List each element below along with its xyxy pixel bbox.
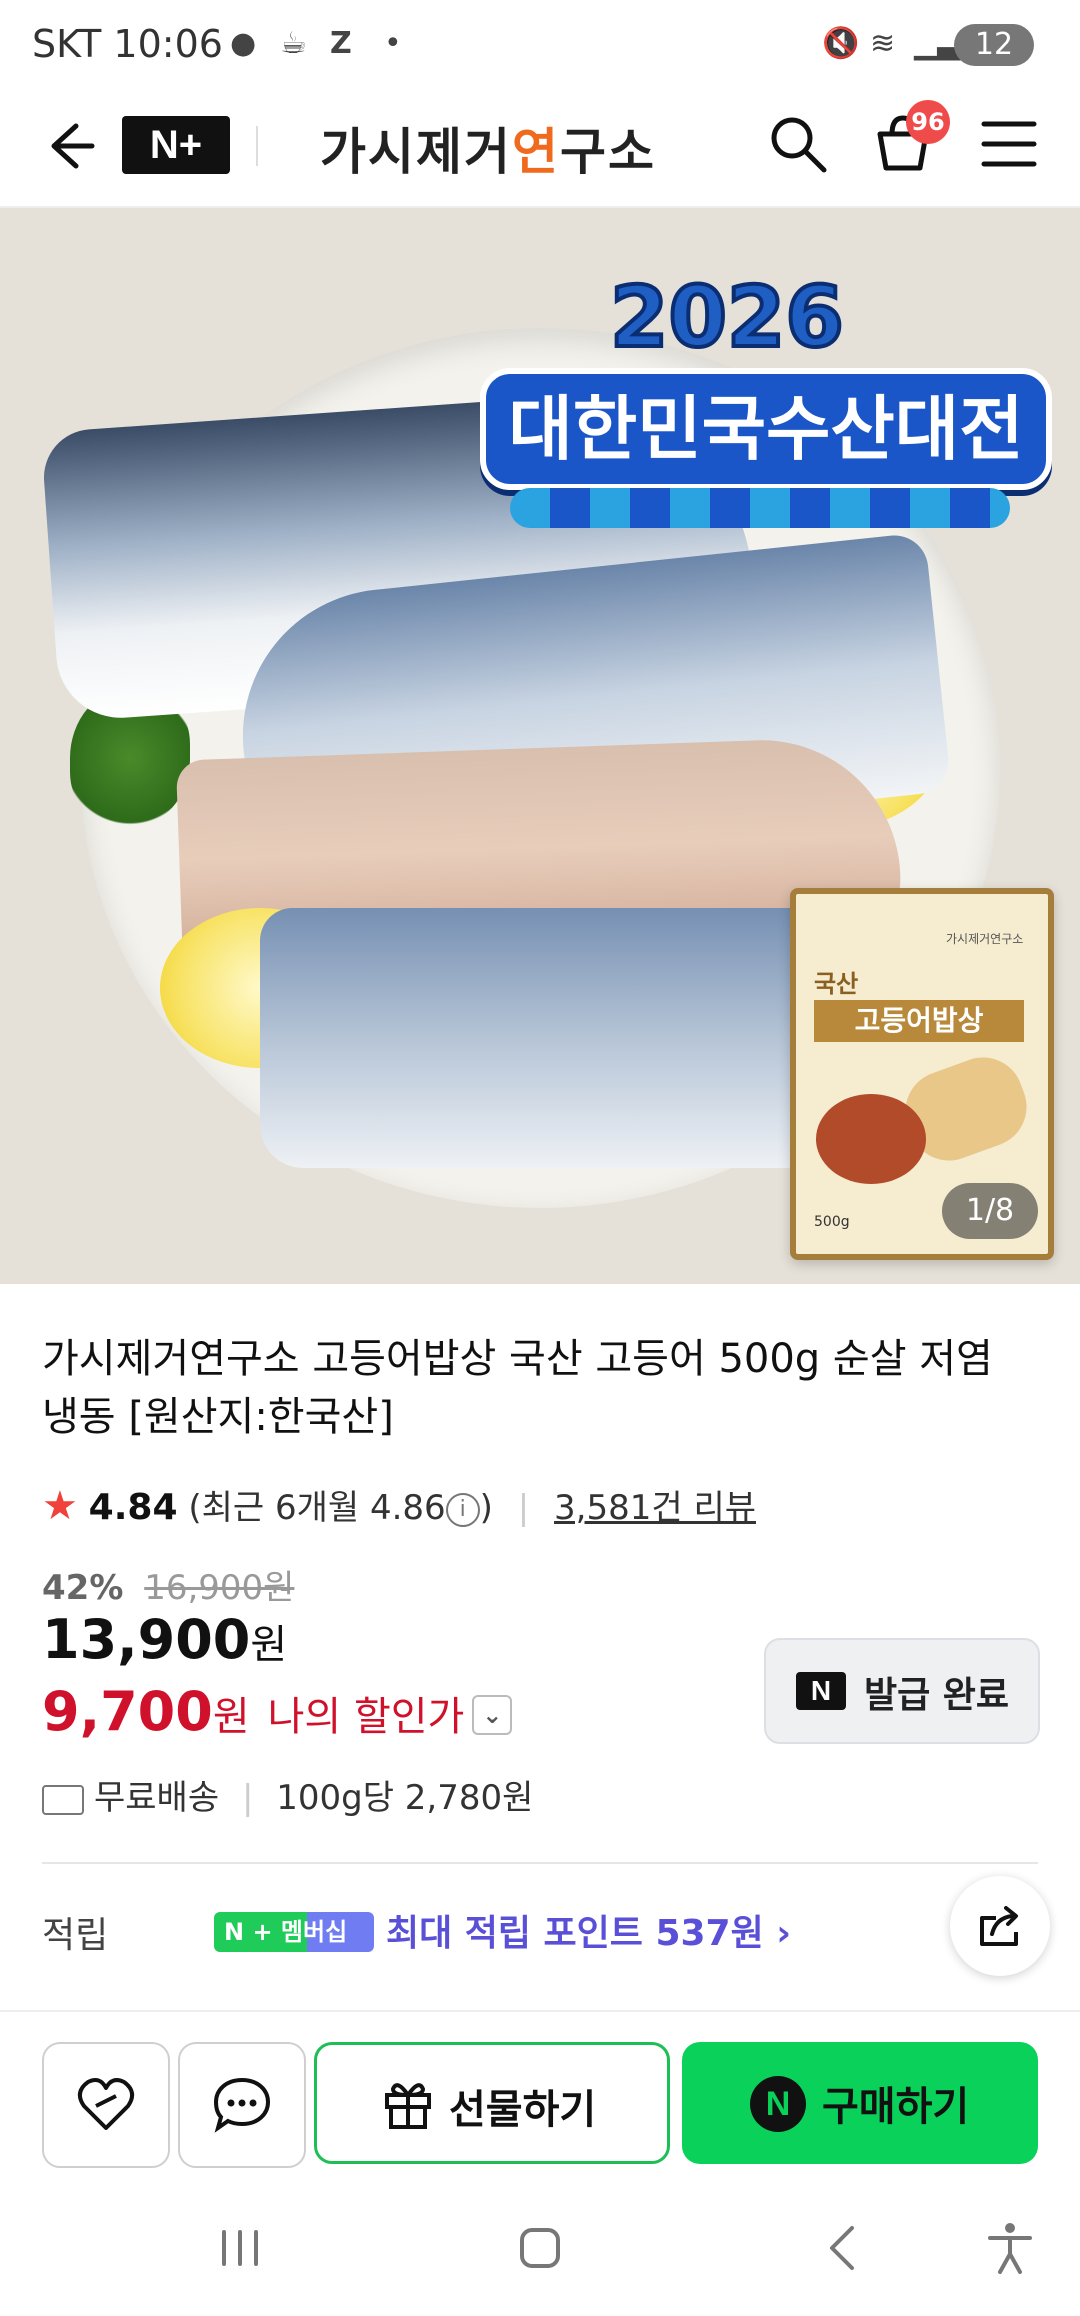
- sale-price: 13,900원: [42, 1608, 288, 1671]
- accessibility-icon[interactable]: [980, 2218, 1040, 2278]
- gift-button[interactable]: 선물하기: [314, 2042, 670, 2164]
- section-divider: [42, 1862, 1038, 1864]
- recent-apps-icon[interactable]: [210, 2218, 270, 2278]
- package-weight: 500g: [814, 1214, 850, 1230]
- discount-row: 42% 16,900원: [42, 1560, 294, 1609]
- top-nav: N+ 가시제거연구소 96: [0, 90, 1080, 208]
- max-points-link[interactable]: 최대 적립 포인트 537원 ›: [386, 1904, 791, 1956]
- review-count-link[interactable]: 3,581건 리뷰: [554, 1488, 756, 1528]
- buy-label: 구매하기: [822, 2084, 970, 2130]
- coupon-issued-label: 발급 완료: [864, 1675, 1010, 1716]
- my-discount-price: 9,700원 나의 할인가 ⌄: [42, 1680, 513, 1743]
- coupon-issued-button[interactable]: N 발급 완료: [764, 1638, 1040, 1744]
- gift-label: 선물하기: [449, 2087, 597, 2133]
- store-brand-logo[interactable]: 가시제거연구소: [320, 112, 656, 184]
- package-origin: 국산: [814, 970, 859, 998]
- wifi-icon: ≋: [870, 26, 896, 61]
- home-icon[interactable]: [510, 2218, 570, 2278]
- product-title: 가시제거연구소 고등어밥상 국산 고등어 500g 순살 저염 냉동 [원산지:…: [42, 1336, 993, 1440]
- fisheries-festival-banner: 2026 대한민국수산대전: [480, 238, 1052, 528]
- back-nav-icon[interactable]: [814, 2218, 874, 2278]
- separator: |: [517, 1488, 530, 1528]
- status-carrier-time: SKT 10:06: [32, 22, 223, 66]
- shipping-label: 무료배송: [94, 1778, 220, 1818]
- coffee-icon: ☕: [280, 26, 307, 61]
- discount-percent: 42%: [42, 1568, 124, 1608]
- star-icon: ★: [42, 1483, 78, 1529]
- purchase-bar: 선물하기 N 구매하기: [0, 2010, 1080, 2172]
- talk-button[interactable]: [178, 2042, 306, 2168]
- status-bar: SKT 10:06 ● ☕ Z • 🔇 ≋ ▁▃▅ 12: [0, 0, 1080, 90]
- original-price: 16,900원: [144, 1568, 295, 1608]
- app-z-icon: Z: [330, 26, 352, 61]
- membership-pill: N + 멤버십: [214, 1912, 374, 1952]
- naver-n-icon: N: [796, 1672, 846, 1710]
- shipping-row: 무료배송 | 100g당 2,780원: [42, 1770, 533, 1819]
- image-counter: 1/8: [942, 1183, 1038, 1239]
- banner-year: 2026: [608, 266, 846, 368]
- heart-icon: [77, 2078, 135, 2130]
- search-icon[interactable]: [766, 112, 830, 176]
- header-divider: [256, 126, 258, 166]
- naver-pay-icon: N: [750, 2076, 806, 2132]
- cart-count-badge: 96: [906, 100, 950, 144]
- back-arrow-icon[interactable]: [36, 116, 96, 176]
- rating-row: ★ 4.84 (최근 6개월 4.86 i) | 3,581건 리뷰: [42, 1480, 756, 1530]
- my-price-label: 나의 할인가: [267, 1694, 465, 1740]
- chevron-down-icon[interactable]: ⌄: [472, 1695, 513, 1736]
- banner-title: 대한민국수산대전: [480, 368, 1052, 490]
- wave-decoration: [510, 488, 1010, 528]
- talk-icon: ●: [230, 26, 257, 61]
- rating-score: 4.84: [88, 1487, 178, 1528]
- recent-rating-close: ): [479, 1488, 493, 1528]
- wishlist-button[interactable]: [42, 2042, 170, 2168]
- mute-icon: 🔇: [822, 26, 860, 61]
- chevron-right-icon: ›: [776, 1913, 792, 1954]
- battery-indicator: 12: [954, 24, 1034, 66]
- share-icon: [980, 1906, 1018, 1946]
- package-brand: 가시제거연구소: [946, 932, 1024, 946]
- recent-rating: (최근 6개월 4.86: [188, 1488, 446, 1528]
- share-button[interactable]: [950, 1876, 1050, 1976]
- unit-price: 100g당 2,780원: [276, 1778, 534, 1818]
- package-pot-illustration: [816, 1094, 926, 1184]
- menu-icon[interactable]: [980, 116, 1038, 172]
- product-image-carousel[interactable]: 2026 대한민국수산대전 가시제거연구소 국산 고등어밥상 500g 1/8: [0, 208, 1080, 1284]
- buy-button[interactable]: N 구매하기: [682, 2042, 1038, 2164]
- system-navigation-bar: [0, 2180, 1080, 2316]
- separator: |: [241, 1778, 254, 1818]
- earn-label: 적립: [42, 1915, 109, 1956]
- chat-icon: [213, 2077, 271, 2133]
- info-icon[interactable]: i: [445, 1492, 480, 1527]
- truck-icon: [42, 1784, 84, 1815]
- package-name: 고등어밥상: [814, 1000, 1024, 1042]
- gift-icon: [385, 2083, 431, 2129]
- dot-icon: •: [384, 26, 402, 61]
- nplus-logo[interactable]: N+: [122, 116, 230, 174]
